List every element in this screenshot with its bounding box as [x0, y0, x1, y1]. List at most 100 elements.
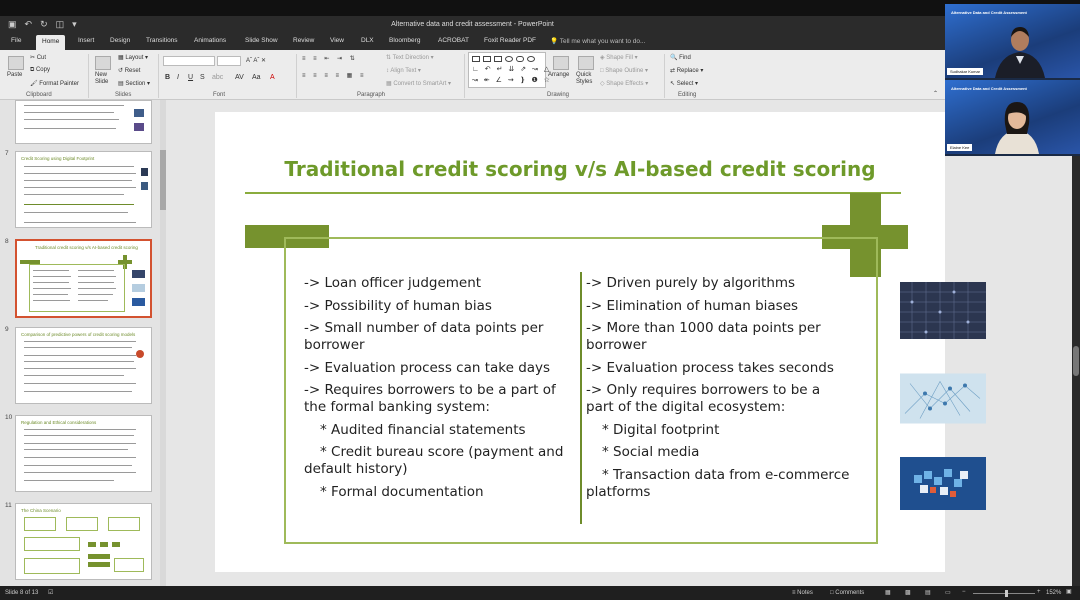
char-spacing-button[interactable]: AV	[235, 74, 244, 81]
ai-column[interactable]: -> Driven purely by algorithms -> Elimin…	[586, 275, 851, 506]
change-case-button[interactable]: Aa	[252, 74, 261, 81]
slideshow-icon[interactable]: ▭	[945, 589, 951, 596]
text-line	[24, 472, 136, 473]
reading-view-icon[interactable]: ▤	[925, 589, 931, 596]
rounded-rectangle-shape-icon[interactable]	[516, 56, 524, 62]
line-shapes-row[interactable]: ∟ ↶ ↵ ⇊ ⇗ ↝ △	[472, 65, 551, 73]
underline-button[interactable]: U	[188, 74, 193, 81]
cut-button[interactable]: ✂ Cut	[30, 54, 46, 61]
data-network-image[interactable]	[900, 282, 986, 339]
tab-bloomberg[interactable]: Bloomberg	[389, 37, 420, 44]
format-painter-button[interactable]: 🖌 Format Painter	[30, 80, 79, 87]
quick-styles-button[interactable]: Quick Styles	[576, 72, 596, 86]
thumbnail-scrollbar-thumb[interactable]	[160, 150, 166, 210]
tab-design[interactable]: Design	[110, 37, 130, 44]
slide-title[interactable]: Traditional credit scoring v/s AI-based …	[215, 157, 945, 181]
tab-home[interactable]: Home	[36, 35, 66, 50]
slide-thumbnail-8-selected[interactable]: Traditional credit scoring v/s AI-based …	[15, 239, 152, 318]
thumbnail-image	[134, 109, 144, 117]
zoom-level[interactable]: 152%	[1046, 590, 1061, 596]
align-text-button[interactable]: ↕ Align Text ▾	[386, 67, 421, 74]
tab-slide-show[interactable]: Slide Show	[245, 37, 278, 44]
copy-button[interactable]: ⧉ Copy	[30, 67, 50, 74]
rectangle-shape-icon[interactable]	[483, 56, 491, 62]
slide-number: 9	[5, 326, 9, 333]
shape-fill-button[interactable]: ◈ Shape Fill ▾	[600, 54, 638, 61]
zoom-slider-thumb[interactable]	[1005, 590, 1008, 597]
paste-icon[interactable]	[8, 56, 24, 70]
tab-dlx[interactable]: DLX	[361, 37, 374, 44]
thumbnail-image	[141, 182, 148, 190]
comments-button[interactable]: □ Comments	[830, 590, 864, 596]
slide-thumbnail-10[interactable]: Regulation and Ethical considerations	[15, 415, 152, 492]
text-direction-button[interactable]: ⇅ Text Direction ▾	[386, 54, 434, 61]
slide-canvas[interactable]: Traditional credit scoring v/s AI-based …	[215, 112, 986, 572]
slide-thumbnail-7[interactable]: Credit Scoring using Digital Footprint	[15, 151, 152, 228]
tab-view[interactable]: View	[330, 37, 344, 44]
diagram-box	[88, 554, 110, 559]
spelling-icon[interactable]: ☑	[48, 589, 53, 596]
slide-thumbnail-9[interactable]: Comparison of predictive powers of credi…	[15, 327, 152, 404]
slide-scrollbar[interactable]	[1072, 156, 1080, 586]
normal-view-icon[interactable]: ▦	[885, 589, 891, 596]
layout-label: Layout	[125, 55, 144, 61]
arrow-shapes-row[interactable]: ↝ ↞ ∠ ⇝ ❵ ❶ ☆	[472, 76, 552, 84]
shape-effects-button[interactable]: ◇ Shape Effects ▾	[600, 80, 648, 87]
rectangle-shape-icon[interactable]	[472, 56, 480, 62]
comments-label: Comments	[835, 590, 865, 596]
video-tile-1[interactable]: Alternative Data and Credit Assessment S…	[945, 4, 1080, 78]
alignment-buttons[interactable]: ≡ ≡ ≡ ≡ ▦ ≡	[302, 72, 367, 79]
oval-shape-icon[interactable]	[505, 56, 513, 62]
tab-transitions[interactable]: Transitions	[146, 37, 178, 44]
new-slide-icon[interactable]	[95, 56, 111, 70]
tab-acrobat[interactable]: ACROBAT	[438, 37, 469, 44]
slide-number: 8	[5, 238, 9, 245]
traditional-subpoint: * Formal documentation	[320, 483, 484, 500]
layout-button[interactable]: ▦ Layout ▾	[118, 54, 148, 61]
zoom-out-icon[interactable]: −	[962, 589, 966, 595]
zoom-slider[interactable]	[973, 593, 1035, 594]
quick-styles-icon[interactable]	[578, 56, 594, 70]
convert-smartart-button[interactable]: ▦ Convert to SmartArt ▾	[386, 80, 451, 87]
zoom-in-icon[interactable]: +	[1037, 589, 1041, 595]
reset-button[interactable]: ↺ Reset	[118, 67, 140, 74]
rectangle-shape-icon[interactable]	[494, 56, 502, 62]
tab-foxit[interactable]: Foxit Reader PDF	[484, 37, 536, 44]
arrange-icon[interactable]	[553, 56, 569, 70]
font-size-box[interactable]	[217, 56, 241, 66]
replace-button[interactable]: ⇄ Replace ▾	[670, 67, 703, 74]
traditional-column[interactable]: -> Loan officer judgement -> Possibility…	[304, 275, 569, 506]
video-tile-2[interactable]: Alternative Data and Credit Assessment E…	[945, 80, 1080, 154]
slide-thumbnail[interactable]	[15, 100, 152, 144]
bold-button[interactable]: B	[165, 74, 170, 81]
font-name-box[interactable]	[163, 56, 215, 66]
tab-file[interactable]: File	[11, 37, 21, 44]
fit-to-window-icon[interactable]: ▣	[1066, 588, 1072, 595]
shapes-gallery[interactable]: ∟ ↶ ↵ ⇊ ⇗ ↝ △ ↝ ↞ ∠ ⇝ ❵ ❶ ☆	[468, 52, 550, 88]
oval-shape-icon[interactable]	[527, 56, 535, 62]
notes-button[interactable]: ≡ Notes	[792, 590, 813, 596]
slide-thumbnail-11[interactable]: The China Scenario	[15, 503, 152, 580]
data-cube-image[interactable]	[900, 455, 986, 512]
paste-button[interactable]: Paste	[7, 72, 22, 78]
slide-scrollbar-thumb[interactable]	[1073, 346, 1079, 376]
find-button[interactable]: 🔍 Find	[670, 54, 691, 61]
italic-button[interactable]: I	[177, 74, 179, 81]
list-buttons[interactable]: ≡ ≡ ⇤ ⇥ ⇅	[302, 55, 358, 62]
slide-sorter-icon[interactable]: ▩	[905, 589, 911, 596]
tab-review[interactable]: Review	[293, 37, 314, 44]
shadow-button[interactable]: S	[200, 74, 205, 81]
strikethrough-button[interactable]: abc	[212, 74, 223, 81]
shape-outline-button[interactable]: □ Shape Outline ▾	[600, 67, 648, 74]
section-button[interactable]: ▤ Section ▾	[118, 80, 150, 87]
tell-me-search[interactable]: 💡 Tell me what you want to do...	[550, 37, 645, 45]
new-slide-button[interactable]: New Slide	[95, 72, 113, 86]
select-button[interactable]: ↖ Select ▾	[670, 80, 698, 87]
font-grow-shrink-buttons[interactable]: Aˆ Aˇ ✕	[246, 57, 266, 64]
collapse-ribbon-icon[interactable]: ⌃	[933, 90, 938, 97]
font-color-button[interactable]: A	[270, 74, 275, 81]
tab-insert[interactable]: Insert	[78, 37, 94, 44]
column-divider	[580, 272, 582, 524]
network-graph-image[interactable]	[900, 370, 986, 427]
tab-animations[interactable]: Animations	[194, 37, 226, 44]
